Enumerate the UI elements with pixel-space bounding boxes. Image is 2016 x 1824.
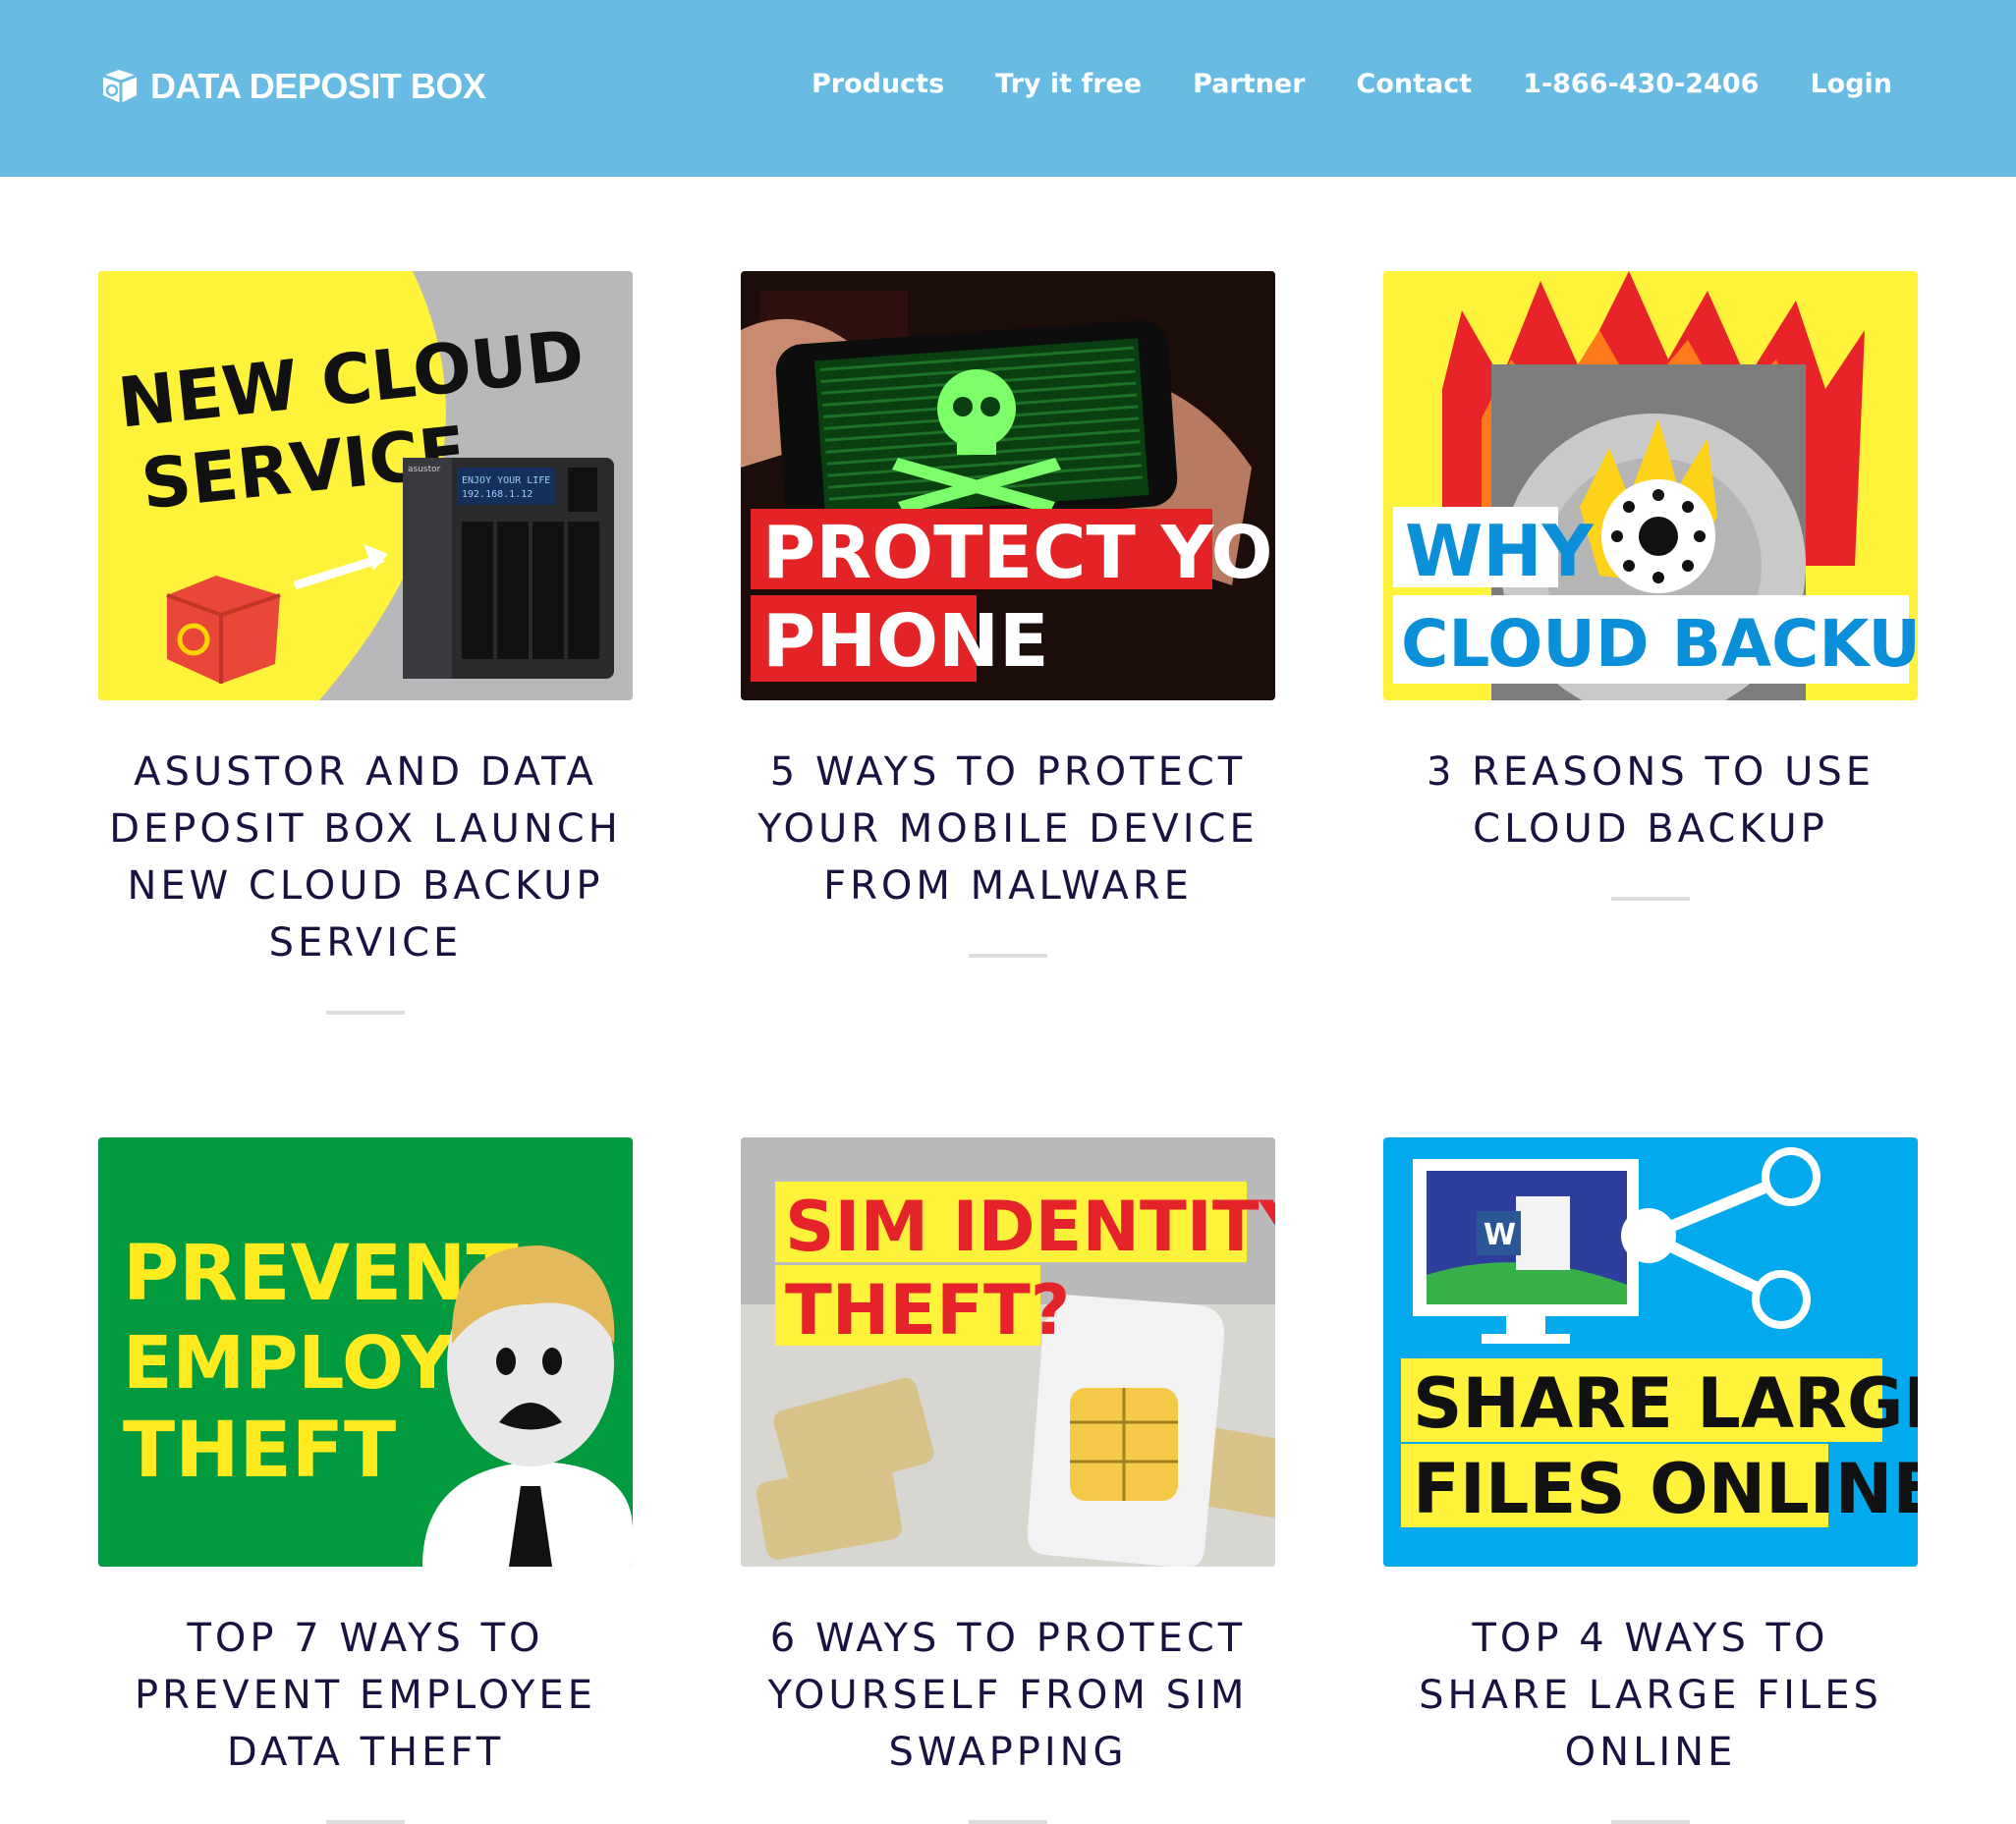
- title-divider: [969, 1820, 1047, 1824]
- title-divider: [326, 1011, 405, 1015]
- image-headline-3: THEFT: [123, 1407, 396, 1495]
- post-title[interactable]: TOP 7 WAYS TO PREVENT EMPLOYEE DATA THEF…: [98, 1610, 633, 1781]
- post-thumbnail[interactable]: NEW CLOUD SERVICE ENJOY YOUR LIFE 192.16…: [98, 271, 633, 700]
- main-nav: Products Try it free Partner Contact 1-8…: [812, 69, 1892, 99]
- nav-login[interactable]: Login: [1810, 69, 1892, 99]
- title-divider: [1611, 897, 1690, 901]
- post-title[interactable]: ASUSTOR AND DATA DEPOSIT BOX LAUNCH NEW …: [98, 744, 633, 971]
- nas-display-line-2: 192.168.1.12: [462, 489, 532, 500]
- nav-products[interactable]: Products: [812, 69, 944, 99]
- image-headline-2: FILES ONLINE: [1413, 1449, 1918, 1529]
- post-thumbnail[interactable]: W SHARE LARGE FILES ONLINE: [1383, 1137, 1918, 1567]
- title-divider: [1611, 1820, 1690, 1824]
- post-card: WHY CLOUD BACKUP? 3 REASONS TO USE CLOUD…: [1383, 271, 1918, 901]
- image-headline-1: SIM IDENTITY: [785, 1187, 1275, 1267]
- employee-illustration: PREVENT EMPLOYEE THEFT: [98, 1137, 633, 1567]
- disk-spindle-icon: [1639, 517, 1678, 556]
- logo-text: DATA DEPOSIT BOX: [150, 66, 486, 106]
- post-thumbnail[interactable]: PREVENT EMPLOYEE THEFT: [98, 1137, 633, 1567]
- nav-partner[interactable]: Partner: [1193, 69, 1305, 99]
- nav-try-it-free[interactable]: Try it free: [995, 69, 1142, 99]
- image-headline-2: PHONE: [762, 599, 1049, 684]
- nav-phone[interactable]: 1-866-430-2406: [1523, 69, 1759, 99]
- image-headline-1: PROTECT YOUR: [762, 511, 1275, 595]
- site-header: DATA DEPOSIT BOX Products Try it free Pa…: [0, 0, 2016, 177]
- post-title[interactable]: 3 REASONS TO USE CLOUD BACKUP: [1383, 744, 1918, 857]
- word-letter: W: [1484, 1218, 1516, 1252]
- post-title[interactable]: 5 WAYS TO PROTECT YOUR MOBILE DEVICE FRO…: [741, 744, 1275, 914]
- monitor-icon: W: [1413, 1159, 1639, 1344]
- post-thumbnail[interactable]: SIM IDENTITY THEFT?: [741, 1137, 1275, 1567]
- sim-card-illustration: SIM IDENTITY THEFT?: [741, 1137, 1275, 1567]
- post-title[interactable]: TOP 4 WAYS TO SHARE LARGE FILES ONLINE: [1383, 1610, 1918, 1781]
- image-headline-2: THEFT?: [785, 1270, 1070, 1351]
- title-divider: [969, 954, 1047, 958]
- image-headline-1: WHY: [1405, 510, 1595, 592]
- burning-drive-illustration: WHY CLOUD BACKUP?: [1383, 271, 1918, 700]
- box-logo-icon: [102, 70, 138, 103]
- image-headline-2: CLOUD BACKUP?: [1401, 606, 1918, 682]
- nas-device: ENJOY YOUR LIFE 192.168.1.12 asustor: [403, 458, 614, 679]
- nas-illustration: NEW CLOUD SERVICE ENJOY YOUR LIFE 192.16…: [98, 271, 633, 700]
- post-card: W SHARE LARGE FILES ONLINE TOP 4 WAYS TO…: [1383, 1137, 1918, 1824]
- post-title[interactable]: 6 WAYS TO PROTECT YOURSELF FROM SIM SWAP…: [741, 1610, 1275, 1781]
- nav-contact[interactable]: Contact: [1357, 69, 1473, 99]
- nas-brand-label: asustor: [408, 465, 441, 474]
- post-thumbnail[interactable]: WHY CLOUD BACKUP?: [1383, 271, 1918, 700]
- post-card: SIM IDENTITY THEFT? 6 WAYS TO PROTECT YO…: [741, 1137, 1275, 1824]
- image-headline-1: SHARE LARGE: [1413, 1363, 1918, 1444]
- nas-display-line-1: ENJOY YOUR LIFE: [462, 475, 550, 486]
- post-thumbnail[interactable]: PROTECT YOUR PHONE: [741, 271, 1275, 700]
- file-share-illustration: W SHARE LARGE FILES ONLINE: [1383, 1137, 1918, 1567]
- post-card: PREVENT EMPLOYEE THEFT TOP 7 WAYS TO PRE…: [98, 1137, 633, 1824]
- post-card: PROTECT YOUR PHONE 5 WAYS TO PROTECT YOU…: [741, 271, 1275, 958]
- post-card: NEW CLOUD SERVICE ENJOY YOUR LIFE 192.16…: [98, 271, 633, 1015]
- phone-malware-illustration: PROTECT YOUR PHONE: [741, 271, 1275, 700]
- title-divider: [326, 1820, 405, 1824]
- site-logo[interactable]: DATA DEPOSIT BOX: [99, 61, 486, 112]
